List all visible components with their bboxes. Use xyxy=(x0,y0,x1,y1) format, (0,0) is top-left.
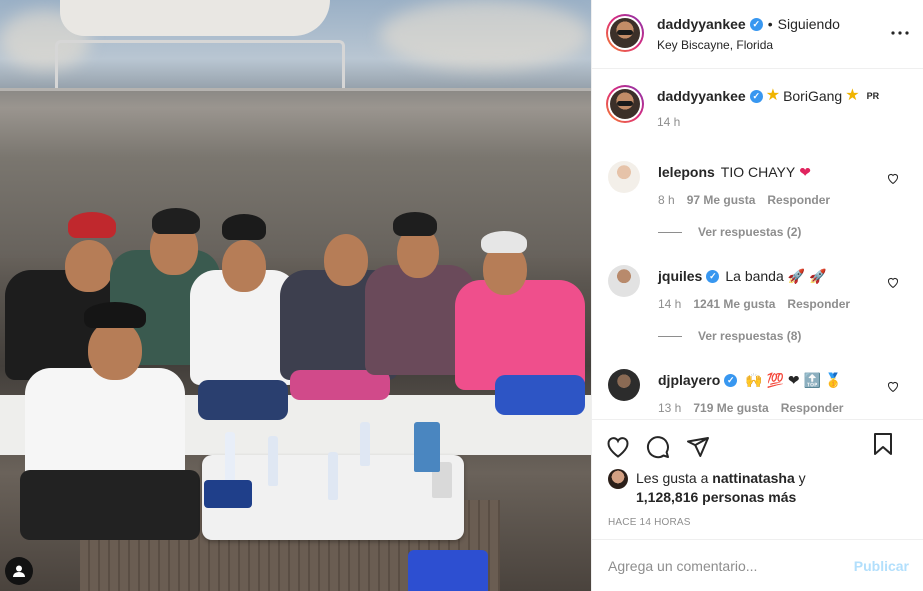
reply-button[interactable]: Responder xyxy=(781,401,844,415)
caption-time[interactable]: 14 h xyxy=(657,115,680,129)
bottle xyxy=(360,422,370,466)
bottle xyxy=(328,452,338,500)
verified-icon: ✓ xyxy=(749,89,763,103)
heart-emoji-icon: ❤ xyxy=(799,164,811,180)
comment-item: djplayero ✓ 🙌 💯 ❤ 🔝 🥇 13 h 719 Me gusta … xyxy=(608,369,907,415)
comment-input[interactable] xyxy=(608,557,854,574)
comment-like-heart-icon[interactable] xyxy=(887,173,899,187)
comment-text: TIO CHAYY xyxy=(720,164,796,180)
commenter-username[interactable]: lelepons xyxy=(658,163,715,181)
commenter-avatar[interactable] xyxy=(608,369,640,401)
add-comment-bar: Publicar xyxy=(592,539,923,591)
post-dialog: daddyyankee ✓ • Siguiendo Key Biscayne, … xyxy=(0,0,923,591)
commenter-username[interactable]: djplayero xyxy=(658,371,720,389)
caption-username[interactable]: daddyyankee xyxy=(657,87,746,105)
post-photo[interactable] xyxy=(0,0,591,591)
post-actions xyxy=(592,420,923,465)
commenter-avatar[interactable] xyxy=(608,161,640,193)
comment-text: La banda xyxy=(725,268,784,284)
emoji-reaction-icon: 🙌 💯 ❤ 🔝 🥇 xyxy=(745,372,843,388)
view-replies-button[interactable]: Ver respuestas (8) xyxy=(658,329,907,343)
caption-text: BoriGang xyxy=(783,88,843,104)
post-timestamp[interactable]: HACE 14 HORAS xyxy=(592,507,923,528)
comment-time[interactable]: 13 h xyxy=(658,401,681,415)
comment-time[interactable]: 14 h xyxy=(658,297,681,311)
following-button[interactable]: Siguiendo xyxy=(778,16,840,32)
verified-icon: ✓ xyxy=(706,269,720,283)
commenter-avatar[interactable] xyxy=(608,265,640,297)
comment-likes[interactable]: 1241 Me gusta xyxy=(693,297,775,311)
comment-likes[interactable]: 719 Me gusta xyxy=(693,401,768,415)
comment-like-heart-icon[interactable] xyxy=(887,381,899,395)
reply-button[interactable]: Responder xyxy=(767,193,830,207)
verified-icon: ✓ xyxy=(749,17,763,31)
liker-avatar[interactable] xyxy=(608,469,628,489)
comment-likes[interactable]: 97 Me gusta xyxy=(687,193,756,207)
author-avatar[interactable] xyxy=(606,14,644,52)
share-paper-plane-icon[interactable] xyxy=(686,435,710,459)
like-heart-icon[interactable] xyxy=(606,435,630,459)
caption-avatar[interactable] xyxy=(606,85,644,123)
verified-icon: ✓ xyxy=(724,373,738,387)
post-sidebar: daddyyankee ✓ • Siguiendo Key Biscayne, … xyxy=(591,0,923,591)
view-replies-button[interactable]: Ver respuestas (2) xyxy=(658,225,907,239)
separator-dot: • xyxy=(767,16,773,32)
author-username[interactable]: daddyyankee xyxy=(657,16,746,32)
more-options-icon[interactable] xyxy=(891,22,909,40)
comment-time[interactable]: 8 h xyxy=(658,193,675,207)
rocket-emoji-icon: 🚀 🚀 xyxy=(787,268,827,284)
likes-connector: y xyxy=(798,470,806,486)
comment-item: lelepons TIO CHAYY ❤ 8 h 97 Me gusta Res… xyxy=(608,161,907,239)
tagged-user-icon[interactable] xyxy=(5,557,33,585)
bag xyxy=(408,550,488,591)
boat-hardtop xyxy=(60,0,330,36)
reply-button[interactable]: Responder xyxy=(787,297,850,311)
comment-item: jquiles ✓ La banda 🚀 🚀 14 h 1241 Me gust… xyxy=(608,265,907,343)
comments-list[interactable]: daddyyankee ✓ ★ BoriGang ★ PR 14 h lelep… xyxy=(592,69,923,420)
view-replies-label: Ver respuestas (8) xyxy=(698,329,802,343)
liker-username[interactable]: nattinatasha xyxy=(712,470,794,486)
wallet xyxy=(204,480,252,508)
comment-bubble-icon[interactable] xyxy=(646,435,670,459)
post-header: daddyyankee ✓ • Siguiendo Key Biscayne, … xyxy=(592,0,923,69)
commenter-username[interactable]: jquiles xyxy=(658,267,702,285)
bottle xyxy=(268,436,278,486)
flag-text: PR xyxy=(866,91,880,101)
bottle xyxy=(225,432,235,484)
star-emoji-icon: ★ xyxy=(845,87,860,104)
caption: daddyyankee ✓ ★ BoriGang ★ PR 14 h xyxy=(606,85,907,129)
likes-count[interactable]: 1,128,816 personas más xyxy=(636,489,796,505)
view-replies-label: Ver respuestas (2) xyxy=(698,225,802,239)
likes-prefix: Les gusta a xyxy=(636,470,709,486)
publish-button[interactable]: Publicar xyxy=(854,558,909,574)
boat-rail xyxy=(55,40,345,92)
likes-summary: Les gusta a nattinatasha y 1,128,816 per… xyxy=(592,465,923,507)
star-emoji-icon: ★ xyxy=(765,87,781,104)
tumbler xyxy=(414,422,440,472)
comment-like-heart-icon[interactable] xyxy=(887,277,899,291)
cloud xyxy=(380,0,590,70)
save-bookmark-icon[interactable] xyxy=(871,432,895,456)
post-location[interactable]: Key Biscayne, Florida xyxy=(657,38,840,52)
